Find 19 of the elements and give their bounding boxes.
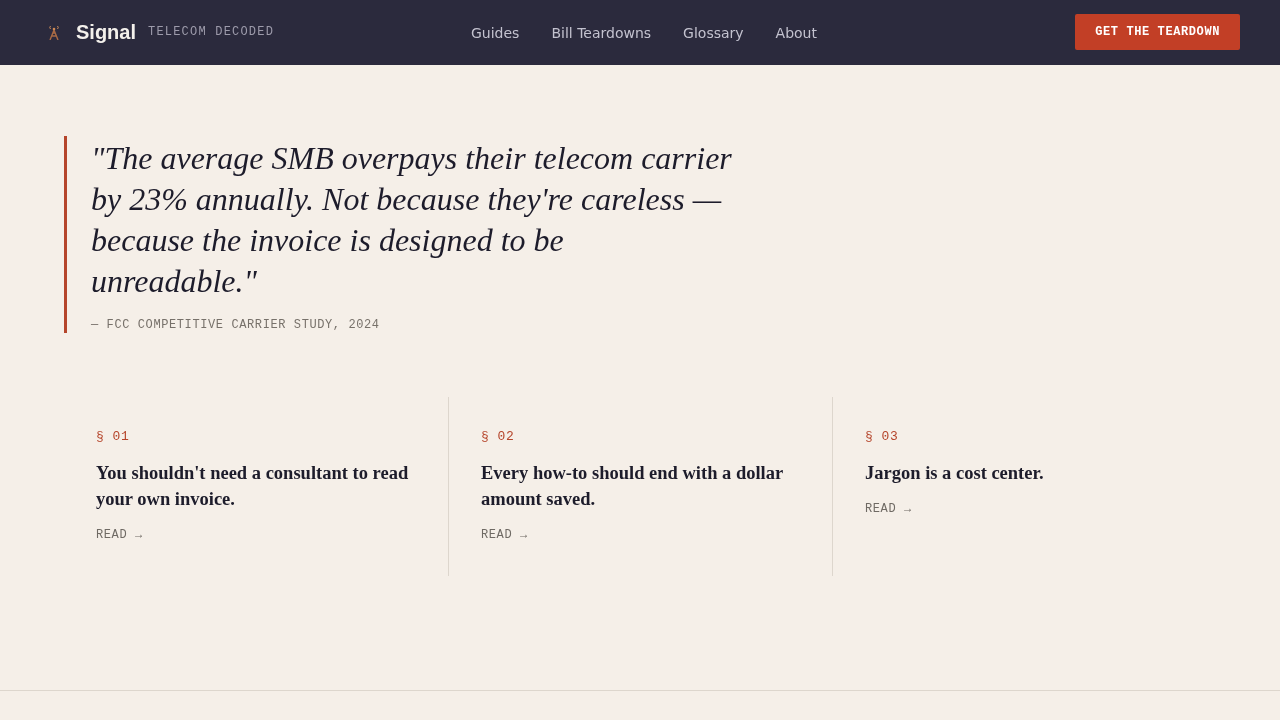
nav-link[interactable]: Guides (471, 24, 520, 41)
quote-text: "The average SMB overpays their telecom carrier by 23% annually. Not because they're careless — because the invoice is designed to be unreadable." (91, 139, 733, 301)
section-number: § 01 (96, 429, 130, 444)
section-number: § 02 (481, 429, 515, 444)
nav-link[interactable]: Glossary (683, 24, 744, 41)
quote-citation: — FCC COMPETITIVE CARRIER STUDY, 2024 (91, 318, 380, 332)
read-link[interactable]: READ → (96, 528, 143, 542)
nav-link[interactable]: About (775, 24, 817, 41)
section-number: § 03 (865, 429, 899, 444)
get-teardown-button[interactable]: GET THE TEARDOWN (1075, 13, 1240, 50)
brand-link[interactable]: Signal (76, 21, 136, 44)
read-link[interactable]: READ → (481, 528, 528, 542)
principle-title: Jargon is a cost center. (865, 462, 1044, 485)
principle-title: Every how-to should end with a dollar amount saved. (481, 462, 784, 511)
tagline: TELECOM DECODED (148, 24, 275, 39)
principle-title: You shouldn't need a consultant to read your own invoice. (96, 462, 410, 511)
read-link[interactable]: READ → (865, 502, 912, 516)
antenna-logo-icon (48, 25, 60, 40)
nav-link[interactable]: Bill Teardowns (551, 24, 652, 41)
